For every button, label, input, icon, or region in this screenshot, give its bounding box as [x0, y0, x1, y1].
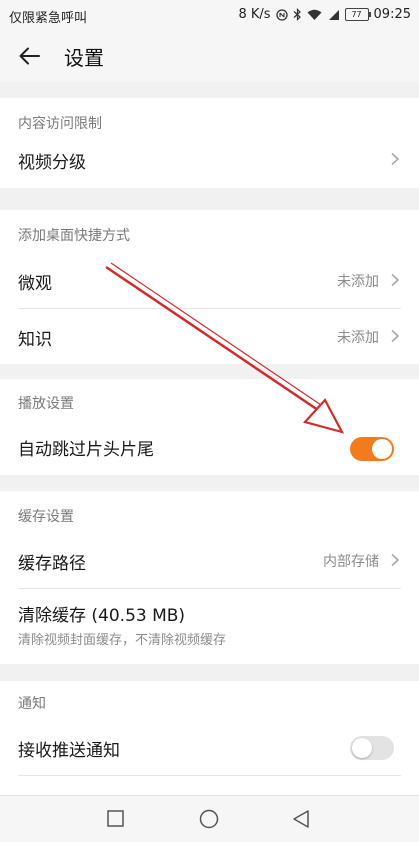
- recent-apps-icon[interactable]: [107, 810, 124, 827]
- section-header: 内容访问限制: [18, 116, 102, 132]
- section-shortcuts: 添加桌面快捷方式 微观 未添加 知识 未添加: [0, 210, 419, 364]
- app-bar: 设置: [0, 30, 419, 82]
- section-notification: 通知 接收推送通知: [0, 681, 419, 795]
- zhishi-status: 未添加: [337, 330, 379, 346]
- page-title: 设置: [64, 46, 104, 70]
- section-header: 添加桌面快捷方式: [18, 228, 130, 244]
- section-header: 通知: [18, 696, 46, 712]
- cache-path-row[interactable]: 缓存路径 内部存储: [0, 533, 419, 589]
- push-notify-toggle[interactable]: [350, 736, 394, 760]
- divider: [18, 775, 401, 776]
- back-triangle-icon[interactable]: [292, 809, 310, 829]
- push-notify-row: 接收推送通知: [0, 720, 419, 776]
- carrier-text: 仅限紧急呼叫: [9, 11, 88, 26]
- weiguan-status: 未添加: [337, 274, 379, 290]
- clear-cache-description: 清除视频封面缓存，不清除视频缓存: [18, 633, 227, 648]
- zhishi-row[interactable]: 知识 未添加: [0, 309, 419, 365]
- section-playback: 播放设置 自动跳过片头片尾: [0, 379, 419, 475]
- home-icon[interactable]: [199, 809, 219, 829]
- section-cache: 缓存设置 缓存路径 内部存储 清除缓存 (40.53 MB) 清除视频封面缓存，…: [0, 491, 419, 664]
- section-header: 缓存设置: [18, 509, 74, 525]
- clock: 09:25: [373, 7, 411, 22]
- section-content-restriction: 内容访问限制 视频分级: [0, 98, 419, 188]
- toggle-knob: [372, 439, 392, 459]
- bluetooth-icon: [293, 8, 301, 21]
- auto-skip-toggle[interactable]: [350, 437, 394, 461]
- chevron-right-icon: [391, 553, 400, 567]
- auto-skip-row: 自动跳过片头片尾: [0, 419, 419, 475]
- video-rating-row[interactable]: 视频分级: [0, 132, 419, 188]
- toggle-knob: [352, 738, 372, 758]
- status-right: 8 K/s 77 09:25: [238, 7, 411, 22]
- chevron-right-icon: [391, 152, 400, 166]
- push-notify-label: 接收推送通知: [18, 741, 120, 761]
- network-speed: 8 K/s: [238, 7, 271, 22]
- clear-cache-row[interactable]: 清除缓存 (40.53 MB) 清除视频封面缓存，不清除视频缓存: [0, 589, 419, 663]
- status-bar: 仅限紧急呼叫 8 K/s 77 09:25: [0, 0, 419, 30]
- nfc-icon: [275, 8, 288, 21]
- battery-icon: 77: [344, 8, 371, 21]
- zhishi-label: 知识: [18, 330, 52, 350]
- chevron-right-icon: [391, 329, 400, 343]
- back-arrow-icon[interactable]: [18, 44, 42, 68]
- auto-skip-label: 自动跳过片头片尾: [18, 440, 154, 460]
- clear-cache-label: 清除缓存 (40.53 MB): [18, 606, 186, 626]
- signal-icon: [328, 9, 339, 20]
- cache-path-value: 内部存储: [323, 554, 379, 570]
- wifi-icon: [307, 9, 322, 20]
- cache-path-label: 缓存路径: [18, 554, 86, 574]
- weiguan-label: 微观: [18, 274, 52, 294]
- video-rating-label: 视频分级: [18, 153, 86, 173]
- section-header: 播放设置: [18, 396, 74, 412]
- navigation-bar: [0, 795, 419, 842]
- chevron-right-icon: [391, 273, 400, 287]
- weiguan-row[interactable]: 微观 未添加: [0, 253, 419, 309]
